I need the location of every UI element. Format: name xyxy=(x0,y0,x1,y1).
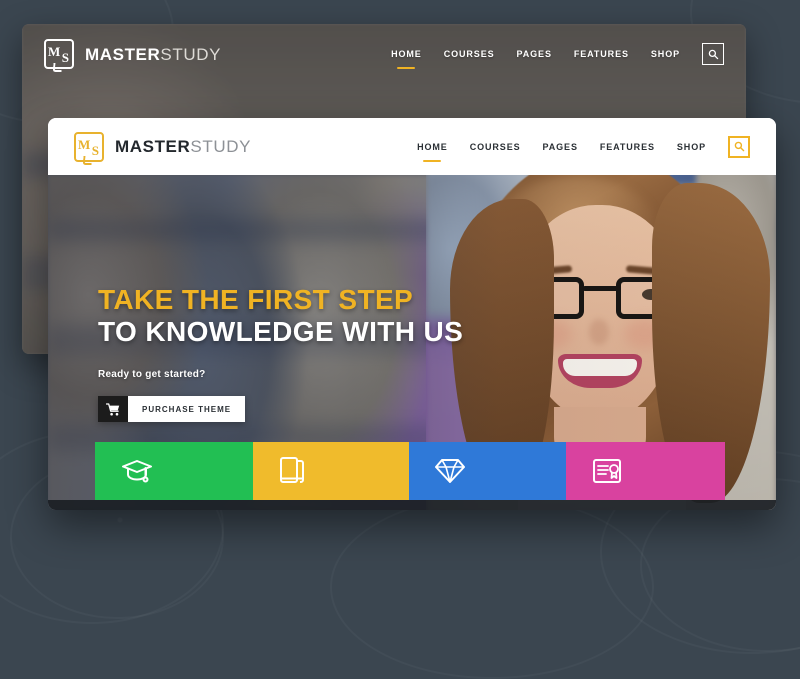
back-window-header: M S MASTERSTUDY HOME COURSES PAGES FEATU… xyxy=(22,24,746,84)
certificate-icon xyxy=(593,459,621,483)
badge-tail-icon xyxy=(52,63,63,72)
purchase-theme-button[interactable]: PURCHASE THEME xyxy=(98,396,246,423)
badge-letter-s: S xyxy=(61,50,69,65)
logo-word-study: STUDY xyxy=(190,137,252,156)
back-search-button[interactable] xyxy=(702,43,724,65)
badge-letter-m: M xyxy=(78,136,91,152)
front-nav-item-courses[interactable]: COURSES xyxy=(470,138,521,156)
logo-word-study: STUDY xyxy=(160,44,222,64)
graduation-cap-icon xyxy=(122,460,152,483)
hero-subline: Ready to get started? xyxy=(98,369,206,381)
decorative-swirl xyxy=(330,495,654,679)
back-nav-item-shop[interactable]: SHOP xyxy=(651,45,680,63)
back-nav-item-home[interactable]: HOME xyxy=(391,45,422,63)
diamond-icon xyxy=(435,459,465,483)
hero-headline-line-1: TAKE THE FIRST STEP xyxy=(98,284,414,315)
back-nav-item-features[interactable]: FEATURES xyxy=(574,45,629,63)
back-window-nav: HOME COURSES PAGES FEATURES SHOP xyxy=(391,43,724,65)
logo-word-master: MASTER xyxy=(85,44,161,64)
shopping-cart-icon xyxy=(98,396,128,423)
badge-letter-m: M xyxy=(48,44,61,59)
front-nav-item-shop[interactable]: SHOP xyxy=(677,138,706,156)
master-study-badge-icon: M S xyxy=(44,39,74,72)
book-icon xyxy=(280,457,304,483)
front-window-logo-text: MASTERSTUDY xyxy=(115,138,251,155)
back-window-logo[interactable]: M S MASTERSTUDY xyxy=(44,39,221,72)
purchase-theme-label: PURCHASE THEME xyxy=(142,404,232,414)
back-nav-item-courses[interactable]: COURSES xyxy=(444,45,495,63)
front-nav-item-pages[interactable]: PAGES xyxy=(543,138,578,156)
hero-copy-block: TAKE THE FIRST STEP TO KNOWLEDGE WITH US… xyxy=(98,284,464,423)
logo-word-master: MASTER xyxy=(115,137,191,156)
hero-section: TAKE THE FIRST STEP TO KNOWLEDGE WITH US… xyxy=(48,175,776,510)
front-window-nav: HOME COURSES PAGES FEATURES SHOP xyxy=(417,135,750,158)
front-browser-window[interactable]: M S MASTERSTUDY HOME COURSES PAGES FEATU… xyxy=(48,118,776,510)
badge-letter-s: S xyxy=(91,142,99,158)
feature-tile-diamond[interactable] xyxy=(409,442,566,500)
badge-tail-icon xyxy=(82,155,93,165)
front-window-header: M S MASTERSTUDY HOME COURSES PAGES FEATU… xyxy=(48,118,776,175)
search-icon xyxy=(734,141,744,152)
back-nav-item-pages[interactable]: PAGES xyxy=(517,45,552,63)
front-window-bottom-strip xyxy=(48,500,776,510)
hero-headline-line-2: TO KNOWLEDGE WITH US xyxy=(98,316,464,348)
feature-tile-certificate[interactable] xyxy=(566,442,725,500)
feature-tiles xyxy=(95,442,725,500)
cart-glyph xyxy=(106,403,120,416)
front-window-logo[interactable]: M S MASTERSTUDY xyxy=(74,131,251,165)
front-nav-item-home[interactable]: HOME xyxy=(417,138,448,156)
master-study-badge-icon: M S xyxy=(74,131,104,165)
feature-tile-book[interactable] xyxy=(253,442,409,500)
feature-tile-graduation[interactable] xyxy=(95,442,253,500)
back-window-logo-text: MASTERSTUDY xyxy=(85,46,221,63)
front-search-button[interactable] xyxy=(728,135,750,158)
search-icon xyxy=(708,49,718,59)
front-nav-item-features[interactable]: FEATURES xyxy=(600,138,655,156)
